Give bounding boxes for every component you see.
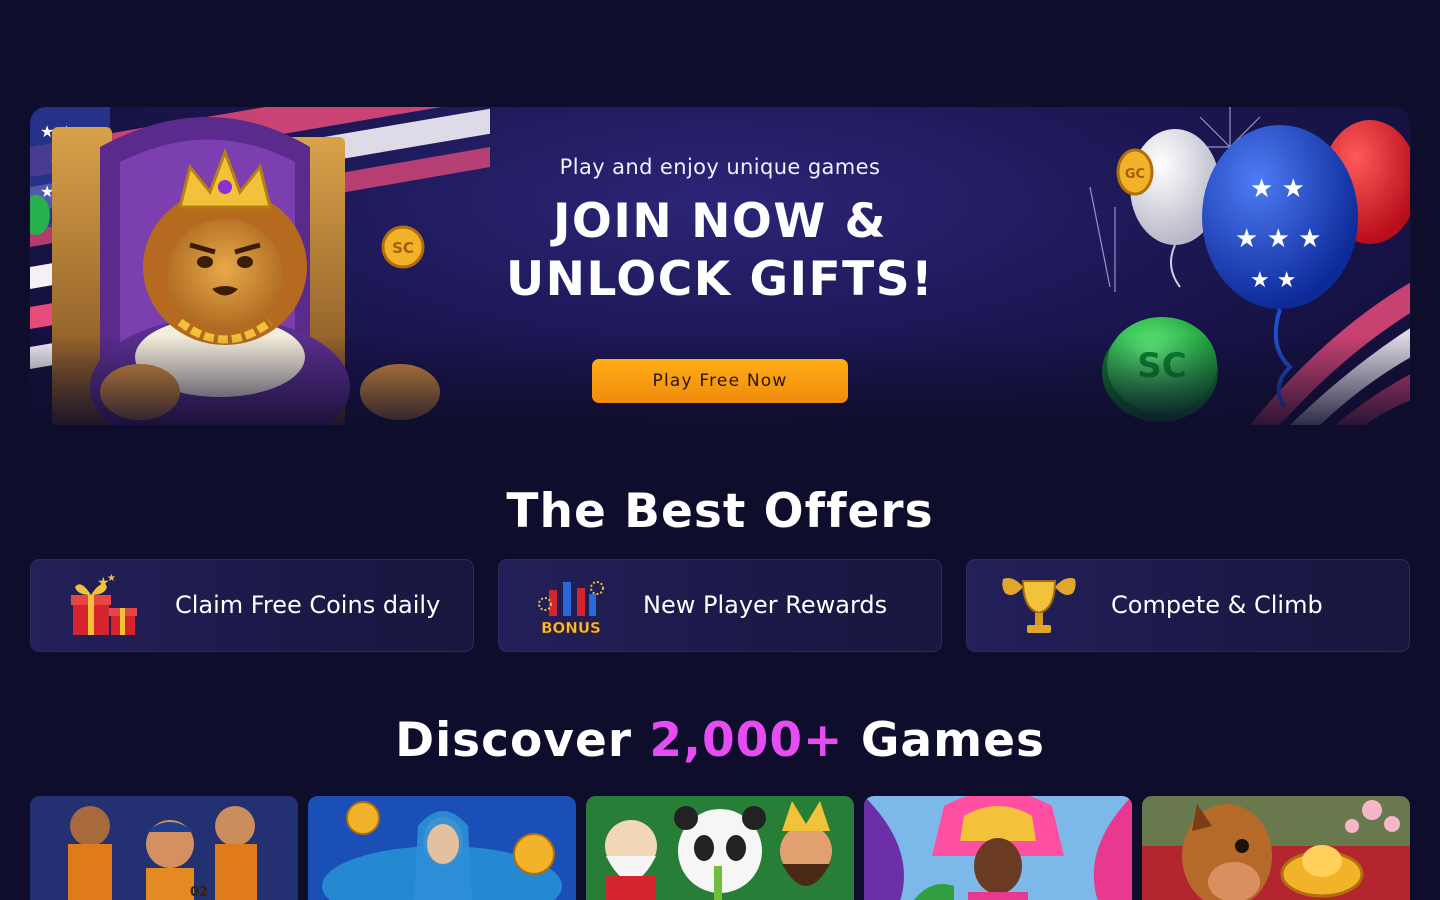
offers-list: ★ ★ Claim Free Coins daily BONUS New Pla… <box>30 559 1410 652</box>
offer-label: New Player Rewards <box>643 591 888 619</box>
offer-card-free-coins[interactable]: ★ ★ Claim Free Coins daily <box>30 559 474 652</box>
hero-title-line-1: JOIN NOW & <box>552 194 888 249</box>
svg-text:★: ★ <box>107 573 116 584</box>
bonus-text: BONUS <box>541 619 601 637</box>
offer-card-compete-climb[interactable]: Compete & Climb <box>966 559 1410 652</box>
hero-subtitle: Play and enjoy unique games <box>559 155 881 179</box>
game-tile-water-goddess[interactable] <box>308 796 576 900</box>
game-tile-golden-horse[interactable] <box>1142 796 1410 900</box>
play-free-now-button[interactable]: Play Free Now <box>592 359 848 403</box>
hero-title-line-2: UNLOCK GIFTS! <box>505 252 935 307</box>
page: ★ ★ ★ ★ ★ ★ <box>0 0 1440 900</box>
games-heading-count: 2,000+ <box>649 713 844 768</box>
prisoner-number: 02 <box>190 885 208 900</box>
offers-heading: The Best Offers <box>506 484 934 539</box>
game-tile-prison-gang[interactable]: 02 <box>30 796 298 900</box>
games-heading-suffix: Games <box>860 713 1045 768</box>
hero-banner: ★ ★ ★ ★ ★ ★ <box>30 107 1410 425</box>
games-heading-prefix: Discover <box>395 713 633 768</box>
games-heading: Discover 2,000+ Games <box>0 713 1440 768</box>
hero-content: Play and enjoy unique games JOIN NOW & U… <box>30 155 1410 403</box>
games-grid: 02 <box>30 796 1410 900</box>
game-tile-carnival-queen[interactable] <box>864 796 1132 900</box>
offer-card-new-player-rewards[interactable]: BONUS New Player Rewards <box>498 559 942 652</box>
offer-label: Claim Free Coins daily <box>175 591 441 619</box>
gift-boxes-icon: ★ ★ <box>31 559 175 652</box>
offer-label: Compete & Climb <box>1111 591 1323 619</box>
hero-title: JOIN NOW & UNLOCK GIFTS! <box>30 193 1410 309</box>
trophy-icon <box>967 559 1111 652</box>
game-tile-panda-fortune[interactable] <box>586 796 854 900</box>
bonus-fireworks-icon: BONUS <box>499 559 643 652</box>
